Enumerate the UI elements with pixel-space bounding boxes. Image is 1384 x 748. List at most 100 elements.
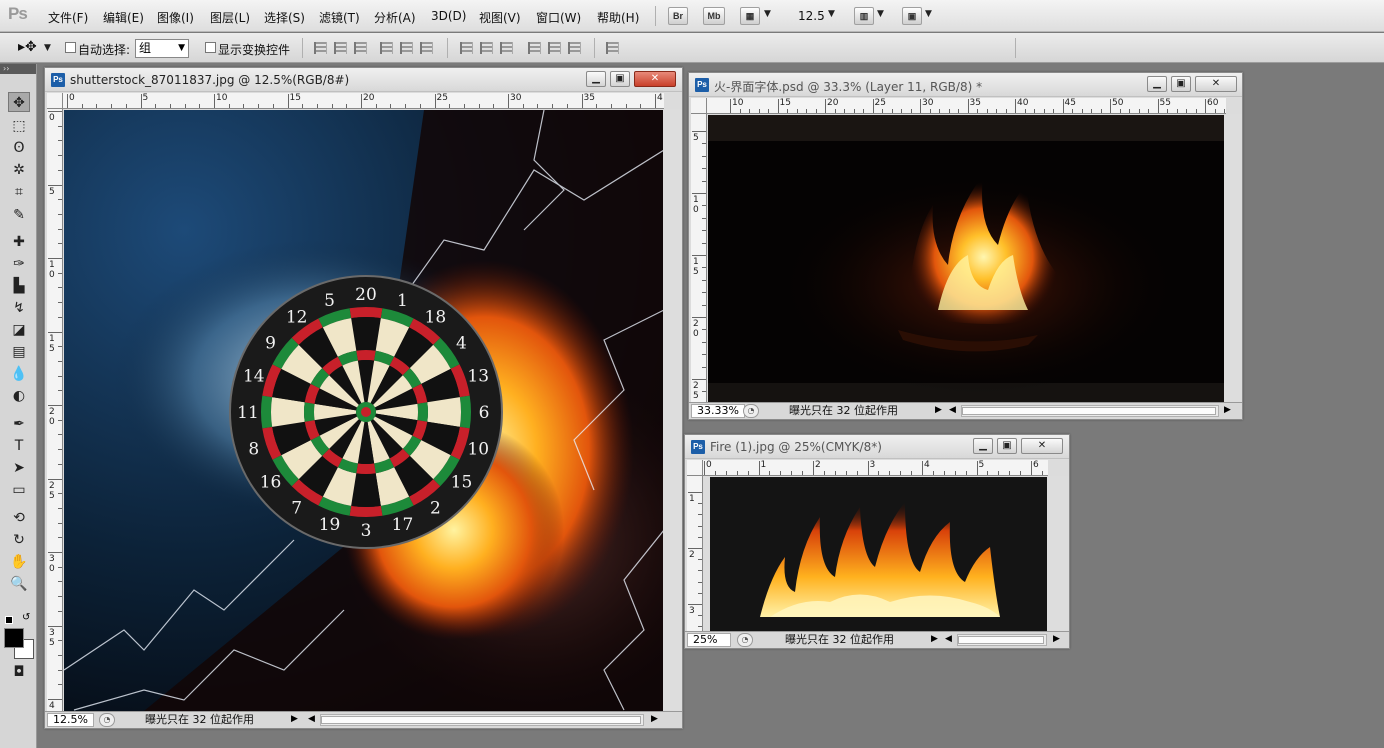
fire-psd-canvas[interactable] xyxy=(708,115,1226,403)
show-transform-checkbox[interactable] xyxy=(205,42,216,53)
horizontal-ruler[interactable]: 10 15 20 25 30 35 40 45 50 55 60 xyxy=(707,98,1226,114)
quick-mask-icon[interactable]: ◘ xyxy=(8,662,30,682)
chevron-down-icon[interactable]: ▼ xyxy=(877,9,884,19)
swap-colors-icon[interactable]: ↺ xyxy=(22,612,30,623)
default-colors-icon[interactable] xyxy=(5,616,13,624)
zoom-field[interactable]: 25% xyxy=(687,633,731,647)
distribute-hcenter-icon[interactable] xyxy=(548,42,561,54)
chevron-down-icon[interactable]: ▼ xyxy=(925,9,932,19)
marquee-tool-icon[interactable]: ⬚ xyxy=(8,116,30,136)
status-info-icon[interactable]: ◔ xyxy=(737,633,753,647)
align-hcenter-icon[interactable] xyxy=(400,42,413,54)
scrollbar-thumb[interactable] xyxy=(321,716,641,724)
align-top-icon[interactable] xyxy=(314,42,327,54)
fire-jpg-canvas[interactable] xyxy=(710,477,1047,632)
document-window-fire-psd[interactable]: Ps 火-界面字体.psd @ 33.3% (Layer 11, RGB/8) … xyxy=(688,72,1243,420)
arrange-documents-icon[interactable]: ▥ xyxy=(854,7,874,25)
minimize-button[interactable]: ▁ xyxy=(1147,76,1167,92)
close-button[interactable]: ✕ xyxy=(634,71,676,87)
distribute-top-icon[interactable] xyxy=(460,42,473,54)
scroll-right-icon[interactable]: ▶ xyxy=(651,714,658,724)
status-menu-arrow-icon[interactable]: ▶ xyxy=(291,714,298,724)
move-tool-icon[interactable]: ✥ xyxy=(8,92,30,112)
window-titlebar[interactable]: Ps shutterstock_87011837.jpg @ 12.5%(RGB… xyxy=(45,68,682,92)
status-menu-arrow-icon[interactable]: ▶ xyxy=(935,405,942,415)
pen-tool-icon[interactable]: ✒ xyxy=(8,414,30,434)
dodge-tool-icon[interactable]: ◐ xyxy=(8,386,30,406)
vertical-ruler[interactable]: 0 5 1 0 1 5 2 0 2 5 3 0 3 5 4 xyxy=(47,109,63,712)
move-tool-preset-icon[interactable]: ▸✥ xyxy=(18,39,37,55)
chevron-down-icon[interactable]: ▼ xyxy=(764,9,771,19)
3d-rotate-tool-icon[interactable]: ⟲ xyxy=(8,508,30,528)
auto-align-layers-icon[interactable] xyxy=(606,42,619,54)
shape-tool-icon[interactable]: ▭ xyxy=(8,480,30,500)
menu-file[interactable]: 文件(F) xyxy=(48,9,88,26)
scroll-right-icon[interactable]: ▶ xyxy=(1053,634,1060,644)
menu-select[interactable]: 选择(S) xyxy=(264,9,305,26)
align-vcenter-icon[interactable] xyxy=(334,42,347,54)
auto-select-dropdown[interactable]: 组 ▼ xyxy=(135,39,189,58)
ruler-origin[interactable] xyxy=(687,460,703,476)
vertical-ruler[interactable]: 1 2 3 xyxy=(687,476,703,632)
document-window-dartboard[interactable]: Ps shutterstock_87011837.jpg @ 12.5%(RGB… xyxy=(44,67,683,729)
vertical-scroll-area[interactable] xyxy=(1047,476,1069,632)
3d-orbit-tool-icon[interactable]: ↻ xyxy=(8,530,30,550)
healing-brush-tool-icon[interactable]: ✚ xyxy=(8,232,30,252)
menu-filter[interactable]: 滤镜(T) xyxy=(319,9,360,26)
minibridge-button[interactable]: Mb xyxy=(703,7,725,25)
blur-tool-icon[interactable]: 💧 xyxy=(8,364,30,384)
clone-stamp-tool-icon[interactable]: ▙ xyxy=(8,276,30,296)
screen-mode-icon[interactable]: ▣ xyxy=(902,7,922,25)
window-titlebar[interactable]: Ps Fire (1).jpg @ 25%(CMYK/8*) ▁ ▣ ✕ xyxy=(685,435,1069,459)
auto-select-checkbox[interactable] xyxy=(65,42,76,53)
close-button[interactable]: ✕ xyxy=(1195,76,1237,92)
ruler-origin[interactable] xyxy=(691,98,707,114)
history-brush-tool-icon[interactable]: ↯ xyxy=(8,298,30,318)
align-left-icon[interactable] xyxy=(380,42,393,54)
chevron-down-icon[interactable]: ▼ xyxy=(828,9,835,19)
ruler-origin[interactable] xyxy=(47,93,63,109)
scrollbar-thumb[interactable] xyxy=(958,636,1044,644)
eyedropper-tool-icon[interactable]: ✎ xyxy=(8,205,30,225)
zoom-level-value[interactable]: 12.5 xyxy=(798,9,825,23)
menu-view[interactable]: 视图(V) xyxy=(479,9,521,26)
scroll-left-icon[interactable]: ◀ xyxy=(308,714,315,724)
view-extras-icon[interactable]: ▦ xyxy=(740,7,760,25)
scrollbar-thumb[interactable] xyxy=(962,407,1216,415)
distribute-vcenter-icon[interactable] xyxy=(480,42,493,54)
scroll-left-icon[interactable]: ◀ xyxy=(949,405,956,415)
menu-layer[interactable]: 图层(L) xyxy=(210,9,250,26)
foreground-color-swatch[interactable] xyxy=(4,628,24,648)
document-window-fire-jpg[interactable]: Ps Fire (1).jpg @ 25%(CMYK/8*) ▁ ▣ ✕ 0 1 2… xyxy=(684,434,1070,649)
brush-tool-icon[interactable]: ✑ xyxy=(8,254,30,274)
menu-edit[interactable]: 编辑(E) xyxy=(103,9,144,26)
chevron-down-icon[interactable]: ▼ xyxy=(44,43,51,53)
quick-selection-tool-icon[interactable]: ✲ xyxy=(8,160,30,180)
zoom-tool-icon[interactable]: 🔍 xyxy=(8,574,30,594)
status-menu-arrow-icon[interactable]: ▶ xyxy=(931,634,938,644)
tools-panel-header[interactable]: ›› xyxy=(0,64,36,74)
type-tool-icon[interactable]: T xyxy=(8,436,30,456)
align-right-icon[interactable] xyxy=(420,42,433,54)
horizontal-scrollbar[interactable] xyxy=(320,714,644,726)
minimize-button[interactable]: ▁ xyxy=(586,71,606,87)
zoom-field[interactable]: 12.5% xyxy=(47,713,94,727)
minimize-button[interactable]: ▁ xyxy=(973,438,993,454)
gradient-tool-icon[interactable]: ▤ xyxy=(8,342,30,362)
menu-window[interactable]: 窗口(W) xyxy=(536,9,581,26)
status-info-icon[interactable]: ◔ xyxy=(99,713,115,727)
distribute-bottom-icon[interactable] xyxy=(500,42,513,54)
menu-help[interactable]: 帮助(H) xyxy=(597,9,639,26)
maximize-button[interactable]: ▣ xyxy=(1171,76,1191,92)
horizontal-scrollbar[interactable] xyxy=(957,634,1047,646)
hand-tool-icon[interactable]: ✋ xyxy=(8,552,30,572)
distribute-left-icon[interactable] xyxy=(528,42,541,54)
bridge-button[interactable]: Br xyxy=(668,7,688,25)
eraser-tool-icon[interactable]: ◪ xyxy=(8,320,30,340)
vertical-scroll-area[interactable] xyxy=(663,109,682,712)
menu-analysis[interactable]: 分析(A) xyxy=(374,9,416,26)
zoom-field[interactable]: 33.33% xyxy=(691,404,745,418)
distribute-right-icon[interactable] xyxy=(568,42,581,54)
vertical-scroll-area[interactable] xyxy=(1224,114,1242,403)
vertical-ruler[interactable]: 5 1 0 1 5 2 0 2 5 xyxy=(691,114,707,403)
